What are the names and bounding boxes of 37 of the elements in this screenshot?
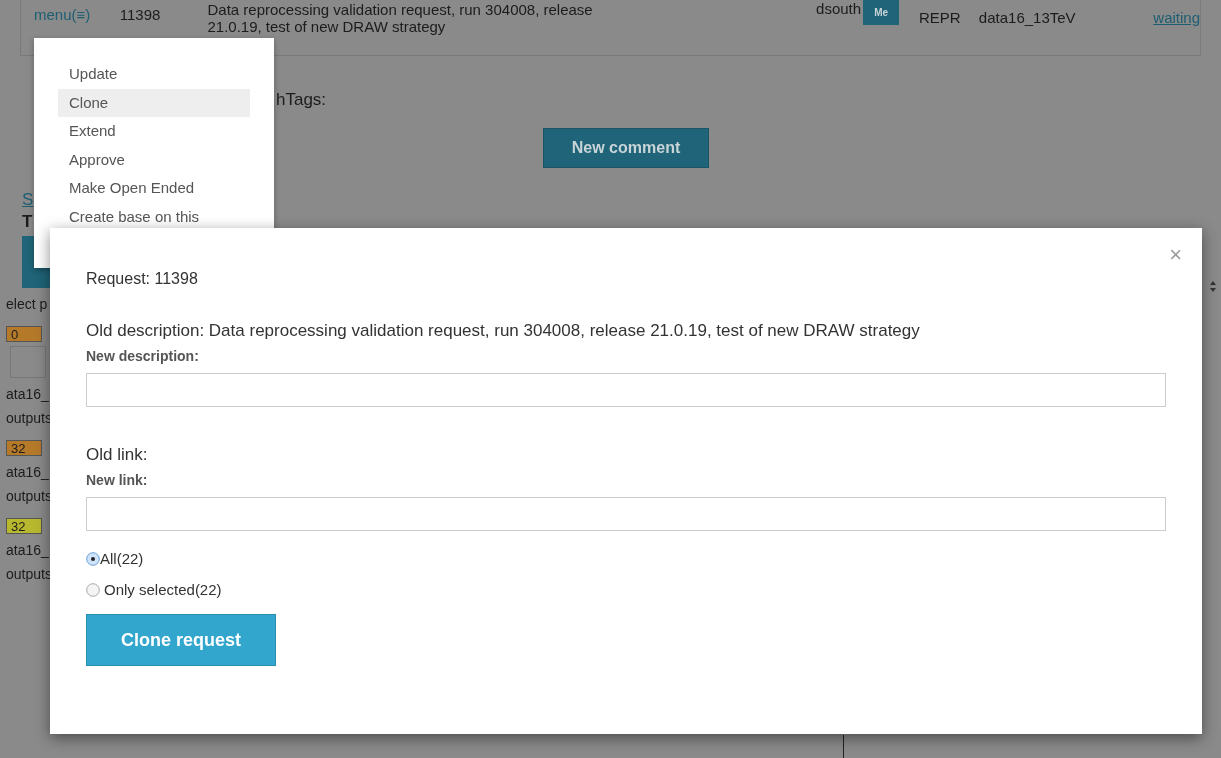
user-name: dsouth xyxy=(816,0,862,17)
input-field[interactable] xyxy=(86,373,1166,407)
label-text: outputs xyxy=(6,488,52,504)
label-text: ata16_ xyxy=(6,542,49,558)
label-text: elect p xyxy=(6,296,48,312)
project-name: data16_13TeV xyxy=(978,9,1077,26)
status-badge: 32 xyxy=(6,440,42,456)
status-badge: 0 xyxy=(6,326,42,342)
heading-text: T xyxy=(22,212,33,232)
label-text: ata16_ xyxy=(6,386,49,402)
menu-item[interactable]: Make Open Ended xyxy=(58,174,250,203)
label-text: outputs xyxy=(6,566,52,582)
status-badge: 32 xyxy=(6,518,42,534)
field-label: New description: xyxy=(86,348,199,364)
menu-item[interactable]: Approve xyxy=(58,145,250,174)
label-text: ata16_ xyxy=(6,464,49,480)
request-type: REPR xyxy=(919,9,962,26)
select-arrows-icon[interactable] xyxy=(1209,280,1217,293)
option-label: All(22) xyxy=(100,550,144,567)
tags-label: hTags: xyxy=(276,90,328,110)
radio-button[interactable] xyxy=(86,582,100,597)
table-cell xyxy=(10,346,46,378)
menu-item[interactable]: Clone xyxy=(58,88,250,117)
menu-item[interactable]: Create base on this xyxy=(58,202,250,231)
request-description: Data reprocessing validation request, run 304008, release 21.0.19, test of new DRAW strategy xyxy=(207,1,594,35)
radio-button[interactable] xyxy=(86,551,100,566)
input-field[interactable] xyxy=(86,497,1166,531)
menu-item[interactable]: Update xyxy=(58,60,250,89)
new-comment-button[interactable]: New comment xyxy=(543,128,709,168)
field-label: New link: xyxy=(86,472,148,488)
old-description: Old description: Data reprocessing validation request, run 304008, release 21.0.19, test of new DRAW strategy xyxy=(86,321,920,341)
option-label: Only selected(22) xyxy=(104,581,222,598)
label-text: outputs xyxy=(6,410,52,426)
request-label: Request: 11398 xyxy=(86,270,198,288)
user-badge: Me xyxy=(863,0,900,25)
request-id: 11398 xyxy=(119,6,162,23)
menu-item[interactable]: Extend xyxy=(58,117,250,146)
